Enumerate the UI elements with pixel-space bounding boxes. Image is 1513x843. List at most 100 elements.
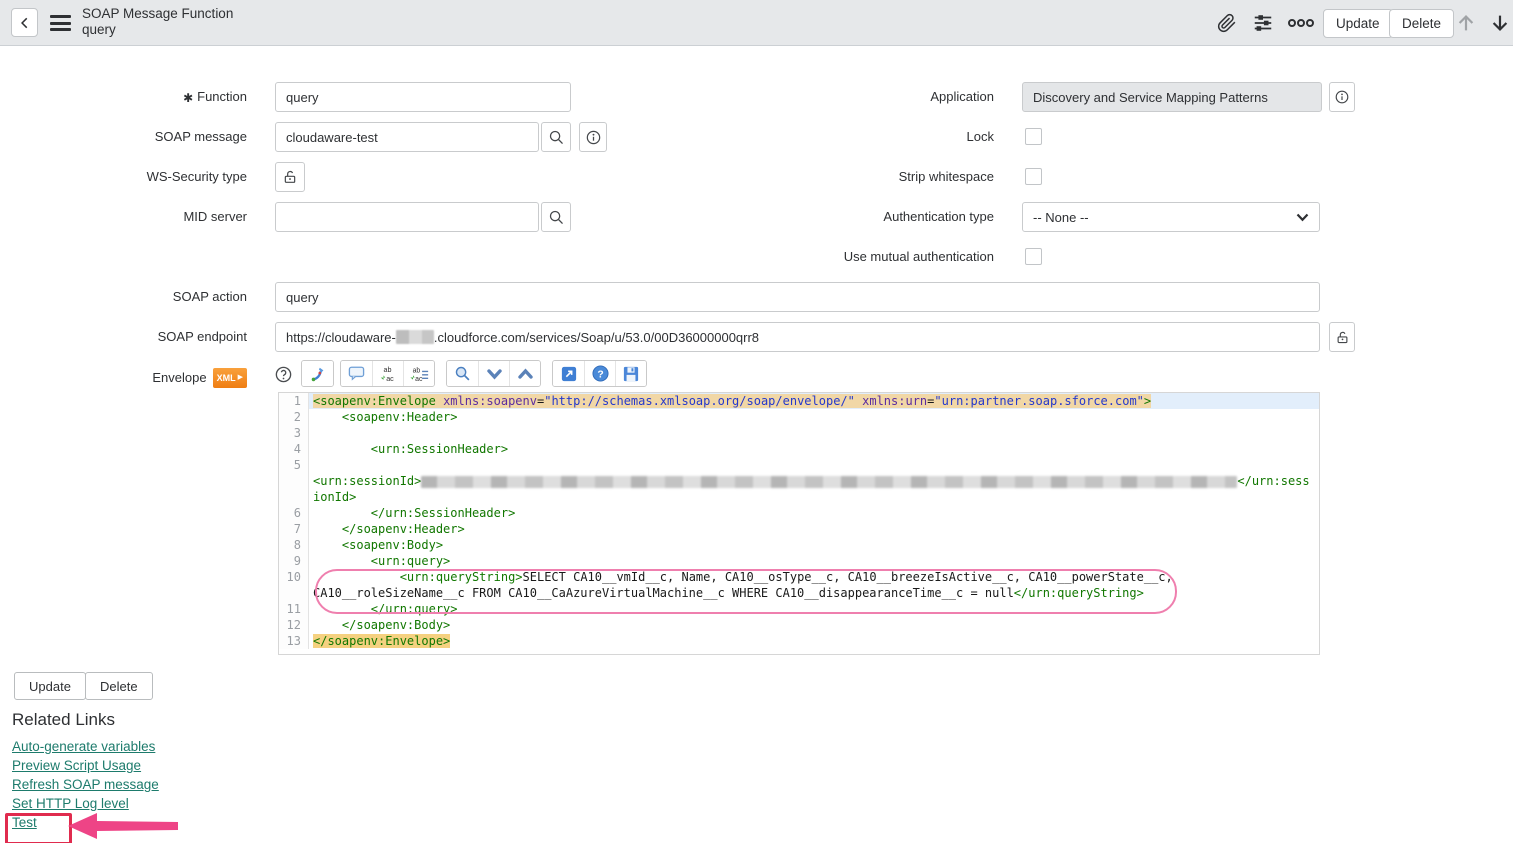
find-previous-button[interactable] [509, 361, 540, 386]
related-link-set-http-log-level[interactable]: Set HTTP Log level [12, 796, 129, 812]
annotation-arrow-icon [68, 812, 180, 840]
lock-label: Lock [740, 129, 994, 145]
code-line: 3 [279, 425, 1319, 441]
related-link-refresh-soap-message[interactable]: Refresh SOAP message [12, 777, 159, 793]
scroll-down-button[interactable] [1486, 9, 1513, 37]
line-number [279, 473, 309, 489]
comment-bubble-icon [348, 366, 365, 381]
save-floppy-icon [623, 366, 639, 382]
soap-message-input[interactable] [275, 122, 539, 152]
chevron-down-icon [487, 368, 502, 380]
code-line: CA10__roleSizeName__c FROM CA10__CaAzure… [279, 585, 1319, 601]
personalize-form-button[interactable] [1250, 10, 1276, 36]
strip-whitespace-checkbox[interactable] [1025, 168, 1042, 185]
chevron-down-icon [1296, 213, 1309, 222]
svg-text:?: ? [597, 369, 603, 380]
code-line: 12 </soapenv:Body> [279, 617, 1319, 633]
envelope-code-editor[interactable]: 1<soapenv:Envelope xmlns:soapenv="http:/… [278, 392, 1320, 655]
mid-server-input[interactable] [275, 202, 539, 232]
related-link-test[interactable]: Test [12, 815, 37, 831]
scroll-up-button[interactable] [1452, 9, 1480, 37]
update-button-header[interactable]: Update [1323, 9, 1393, 38]
lock-checkbox[interactable] [1025, 128, 1042, 145]
soap-message-label: SOAP message [40, 129, 247, 145]
line-number [279, 489, 309, 505]
line-number: 5 [279, 457, 309, 473]
line-number: 2 [279, 409, 309, 425]
code-line: 9 <urn:query> [279, 553, 1319, 569]
sliders-icon [1252, 12, 1274, 34]
use-mutual-authentication-checkbox[interactable] [1025, 248, 1042, 265]
ws-security-lock-button[interactable] [275, 162, 305, 192]
delete-button-footer[interactable]: Delete [85, 672, 153, 700]
unlock-icon [1335, 330, 1350, 345]
format-code-button[interactable] [302, 361, 333, 386]
editor-toolbar-group-misc: ? [552, 360, 647, 387]
soap-action-input[interactable] [275, 282, 1320, 312]
function-label: ✱Function [40, 89, 247, 106]
redacted-text [396, 330, 434, 344]
more-options-icon [1287, 17, 1315, 29]
open-in-new-window-icon [561, 366, 577, 382]
comment-code-button[interactable] [341, 361, 372, 386]
line-number: 1 [279, 393, 309, 409]
code-lines: 1<soapenv:Envelope xmlns:soapenv="http:/… [279, 393, 1319, 649]
related-link-auto-generate-variables[interactable]: Auto-generate variables [12, 739, 155, 755]
code-line: 6 </urn:SessionHeader> [279, 505, 1319, 521]
soap-message-info-button[interactable] [579, 122, 607, 152]
soap-endpoint-field[interactable]: https://cloudaware-.cloudforce.com/servi… [275, 322, 1320, 352]
line-number: 12 [279, 617, 309, 633]
delete-button-header[interactable]: Delete [1389, 9, 1454, 38]
chevron-left-icon [18, 16, 32, 30]
arrow-down-icon [1489, 12, 1511, 34]
page-title: SOAP Message Function [82, 6, 233, 22]
svg-text:ac: ac [386, 374, 394, 383]
soap-message-lookup-button[interactable] [541, 122, 571, 152]
code-line: 11 </urn:query> [279, 601, 1319, 617]
arrow-up-icon [1455, 12, 1477, 34]
code-line: 8 <soapenv:Body> [279, 537, 1319, 553]
authentication-type-select[interactable]: -- None -- [1022, 202, 1320, 232]
application-info-button[interactable] [1329, 82, 1355, 112]
replace-button[interactable]: abac [372, 361, 403, 386]
paperclip-icon [1217, 13, 1237, 33]
find-next-button[interactable] [478, 361, 509, 386]
update-button-footer[interactable]: Update [14, 672, 86, 700]
svg-text:ab: ab [384, 365, 392, 374]
line-number: 11 [279, 601, 309, 617]
soap-endpoint-lock-button[interactable] [1329, 322, 1355, 352]
editor-help-button[interactable] [272, 363, 294, 385]
soap-endpoint-suffix: .cloudforce.com/services/Soap/u/53.0/00D… [434, 330, 759, 345]
search-icon [454, 365, 471, 382]
help-circle-blue-icon: ? [592, 365, 609, 382]
code-line: 13</soapenv:Envelope> [279, 633, 1319, 649]
function-input[interactable] [275, 82, 571, 112]
editor-toolbar-group-format [301, 360, 334, 387]
save-envelope-button[interactable] [615, 361, 646, 386]
replace-icon: abac [379, 365, 397, 383]
code-line: ionId> [279, 489, 1319, 505]
mid-server-lookup-button[interactable] [541, 202, 571, 232]
replace-all-button[interactable]: abac [403, 361, 434, 386]
code-line: 7 </soapenv:Header> [279, 521, 1319, 537]
more-options-button[interactable] [1286, 15, 1316, 31]
editor-search-button[interactable] [447, 361, 478, 386]
related-link-preview-script-usage[interactable]: Preview Script Usage [12, 758, 141, 774]
context-menu-icon[interactable] [50, 15, 71, 31]
line-number: 10 [279, 569, 309, 585]
line-number: 8 [279, 537, 309, 553]
code-line: 10 <urn:queryString>SELECT CA10__vmId__c… [279, 569, 1319, 585]
mid-server-label: MID server [40, 209, 247, 225]
back-button[interactable] [11, 8, 38, 37]
open-in-new-window-button[interactable] [553, 361, 584, 386]
authentication-type-value: -- None -- [1033, 210, 1089, 225]
editor-help2-button[interactable]: ? [584, 361, 615, 386]
application-field: Discovery and Service Mapping Patterns [1022, 82, 1322, 112]
editor-toolbar-group-search [446, 360, 541, 387]
line-number: 6 [279, 505, 309, 521]
code-line: 1<soapenv:Envelope xmlns:soapenv="http:/… [279, 393, 1319, 409]
badge-arrow-icon: ▶ [238, 370, 243, 386]
attachment-button[interactable] [1214, 11, 1240, 35]
related-links-heading: Related Links [12, 710, 115, 730]
search-icon [548, 129, 565, 146]
